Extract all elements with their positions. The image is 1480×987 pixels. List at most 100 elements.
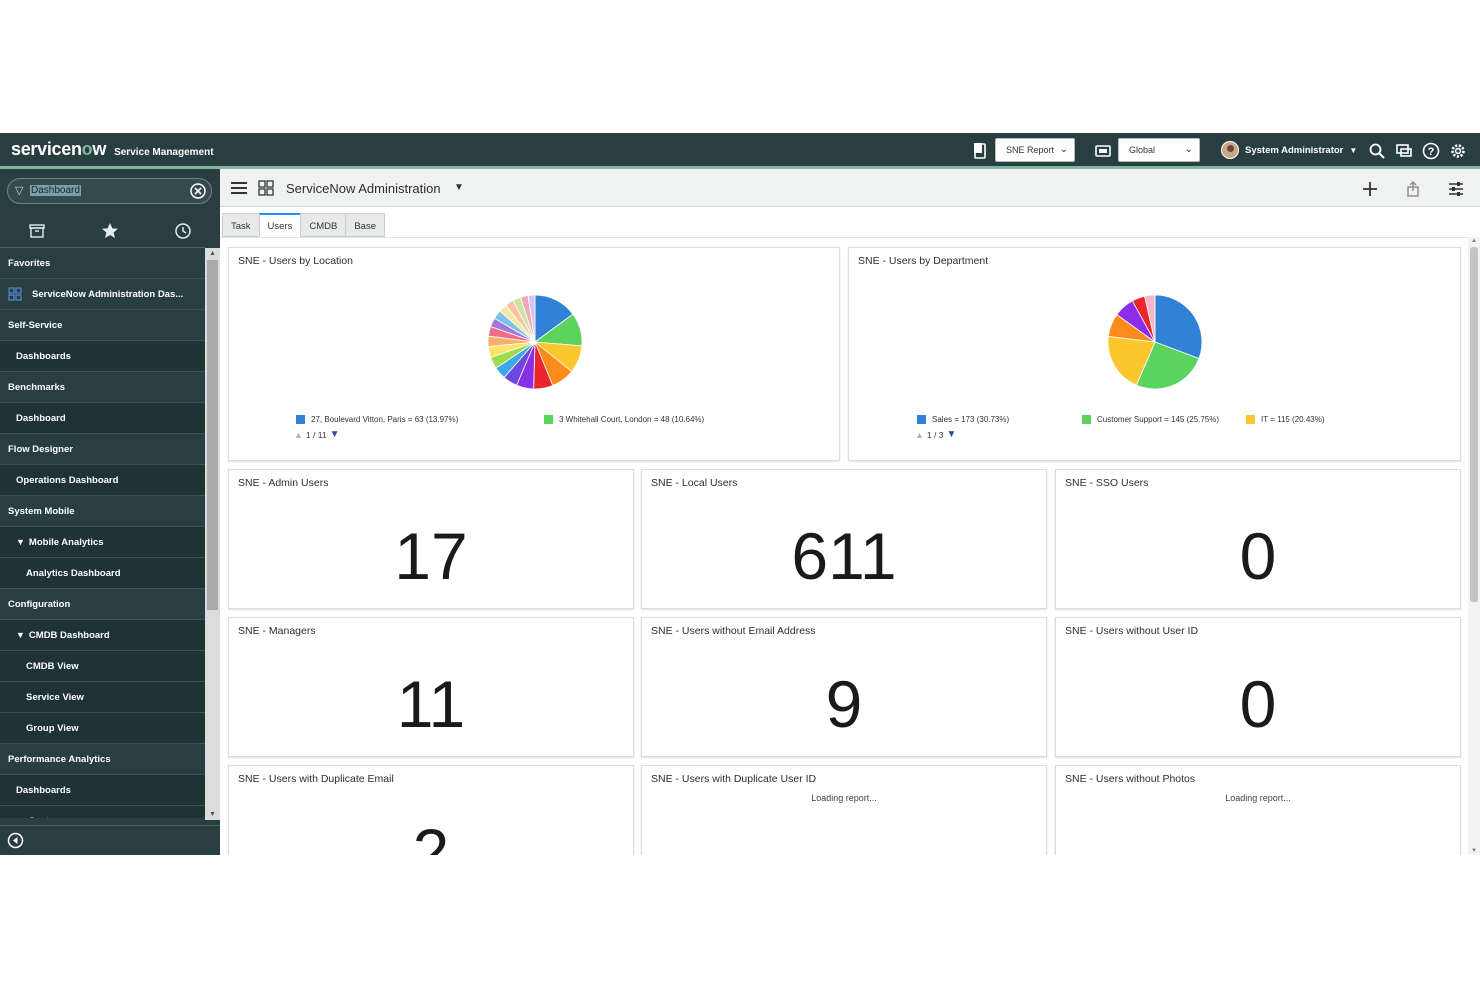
expand-triangle-icon[interactable]: ▼ bbox=[16, 630, 25, 640]
sidebar-item-benchmarks[interactable]: Benchmarks bbox=[0, 372, 205, 403]
brand[interactable]: servicenow Service Management bbox=[11, 139, 214, 160]
department-legend: Sales = 173 (30.73%) Customer Support = … bbox=[849, 415, 1460, 427]
score-value[interactable]: 9 bbox=[642, 666, 1046, 742]
settings-icon[interactable] bbox=[1449, 142, 1467, 160]
scope-select[interactable]: Global ⌄ bbox=[1118, 138, 1200, 162]
sidebar-item-operations-dashboard[interactable]: Operations Dashboard bbox=[0, 465, 205, 496]
tab-base[interactable]: Base bbox=[345, 213, 385, 237]
sidebar-item-dashboards[interactable]: Dashboards bbox=[0, 341, 205, 372]
hamburger-menu-icon[interactable] bbox=[231, 181, 247, 195]
navigator-tabs bbox=[0, 214, 205, 248]
sidebar-item-configuration[interactable]: Configuration bbox=[0, 589, 205, 620]
favorites-star-icon[interactable] bbox=[100, 221, 120, 241]
tab-cmdb[interactable]: CMDB bbox=[300, 213, 347, 237]
tab-task[interactable]: Task bbox=[222, 213, 260, 237]
sidebar-item-system-mobile[interactable]: System Mobile bbox=[0, 496, 205, 527]
sidebar-item-mobile-analytics[interactable]: ▼ Mobile Analytics bbox=[0, 527, 205, 558]
sidebar-item-label: ServiceNow Administration Das... bbox=[32, 288, 184, 300]
legend-prev-icon[interactable]: ▲ bbox=[915, 430, 924, 440]
sidebar-item-system[interactable]: ▼ System bbox=[0, 806, 205, 818]
history-clock-icon[interactable] bbox=[173, 221, 193, 241]
legend-prev-icon[interactable]: ▲ bbox=[294, 430, 303, 440]
legend-next-icon[interactable]: ▼ bbox=[330, 429, 340, 440]
legend-pager: ▲ 1 / 11 ▼ bbox=[294, 429, 339, 440]
widget-users-without-photos[interactable]: SNE - Users without Photos Loading repor… bbox=[1055, 765, 1461, 855]
report-icon[interactable] bbox=[971, 142, 989, 160]
score-value[interactable]: 2 bbox=[229, 814, 633, 855]
department-pie-chart[interactable] bbox=[1105, 292, 1205, 392]
share-icon[interactable] bbox=[1404, 180, 1422, 198]
main-scrollbar[interactable]: ▲ ▼ bbox=[1468, 237, 1480, 855]
widget-duplicate-userid[interactable]: SNE - Users with Duplicate User ID Loadi… bbox=[641, 765, 1047, 855]
sidebar-item-label: Configuration bbox=[8, 598, 71, 610]
widget-users-by-department[interactable]: SNE - Users by Department Sales = 173 (3… bbox=[848, 247, 1461, 461]
add-widget-icon[interactable] bbox=[1361, 180, 1379, 198]
location-pie-chart[interactable] bbox=[485, 292, 585, 392]
chat-icon[interactable] bbox=[1395, 142, 1413, 160]
sidebar-item-performance-analytics[interactable]: Performance Analytics bbox=[0, 744, 205, 775]
svg-text:?: ? bbox=[1428, 146, 1435, 158]
widget-users-without-email[interactable]: SNE - Users without Email Address 9 bbox=[641, 617, 1047, 757]
sidebar-item-dashboard[interactable]: Dashboard bbox=[0, 403, 205, 434]
sidebar-item-self-service[interactable]: Self-Service bbox=[0, 310, 205, 341]
score-value[interactable]: 611 bbox=[642, 518, 1046, 594]
scroll-up-icon[interactable]: ▲ bbox=[1471, 238, 1477, 244]
tab-users[interactable]: Users bbox=[258, 213, 302, 237]
sidebar-item-group-view[interactable]: Group View bbox=[0, 713, 205, 744]
score-value[interactable]: 17 bbox=[229, 518, 633, 594]
widget-title: SNE - Local Users bbox=[651, 477, 738, 489]
user-menu[interactable]: System Administrator ▼ bbox=[1221, 141, 1357, 159]
clear-filter-icon[interactable] bbox=[190, 183, 206, 199]
widget-sso-users[interactable]: SNE - SSO Users 0 bbox=[1055, 469, 1461, 609]
all-apps-icon[interactable] bbox=[27, 221, 47, 241]
sidebar-footer bbox=[0, 825, 220, 855]
collapse-navigator-icon[interactable] bbox=[7, 832, 24, 849]
widget-managers[interactable]: SNE - Managers 11 bbox=[228, 617, 634, 757]
sidebar-item-flow-designer[interactable]: Flow Designer bbox=[0, 434, 205, 465]
expand-triangle-icon[interactable]: ▼ bbox=[16, 816, 25, 818]
widget-users-by-location[interactable]: SNE - Users by Location 27, Boulevard Vi… bbox=[228, 247, 840, 461]
widget-title: SNE - Managers bbox=[238, 625, 316, 637]
legend-next-icon[interactable]: ▼ bbox=[946, 429, 956, 440]
sidebar-item-cmdb-view[interactable]: CMDB View bbox=[0, 651, 205, 682]
sidebar-item-analytics-dashboard[interactable]: Analytics Dashboard bbox=[0, 558, 205, 589]
sidebar-item-cmdb-dashboard[interactable]: ▼ CMDB Dashboard bbox=[0, 620, 205, 651]
widget-duplicate-email[interactable]: SNE - Users with Duplicate Email 2 bbox=[228, 765, 634, 855]
widget-local-users[interactable]: SNE - Local Users 611 bbox=[641, 469, 1047, 609]
dashboard-properties-icon[interactable] bbox=[1447, 180, 1465, 198]
sidebar-item-service-view[interactable]: Service View bbox=[0, 682, 205, 713]
widget-admin-users[interactable]: SNE - Admin Users 17 bbox=[228, 469, 634, 609]
sidebar-item-servicenow-administration-das[interactable]: ServiceNow Administration Das... bbox=[0, 279, 205, 310]
sidebar-item-dashboards[interactable]: Dashboards bbox=[0, 775, 205, 806]
legend-item[interactable]: 27, Boulevard Vitton, Paris = 63 (13.97%… bbox=[296, 415, 458, 424]
legend-item[interactable]: Customer Support = 145 (25.75%) bbox=[1082, 415, 1219, 424]
widget-users-without-userid[interactable]: SNE - Users without User ID 0 bbox=[1055, 617, 1461, 757]
scroll-down-icon[interactable]: ▼ bbox=[209, 811, 216, 818]
legend-item[interactable]: 3 Whitehall Court, London = 48 (10.64%) bbox=[544, 415, 704, 424]
help-icon[interactable]: ? bbox=[1422, 142, 1440, 160]
expand-triangle-icon[interactable]: ▼ bbox=[16, 537, 25, 547]
dashboard-title[interactable]: ServiceNow Administration bbox=[286, 181, 441, 196]
sidebar-scrollbar[interactable]: ▲ ▼ bbox=[205, 248, 220, 820]
legend-label: IT = 115 (20.43%) bbox=[1261, 415, 1325, 424]
score-value[interactable]: 11 bbox=[229, 666, 633, 742]
sidebar-item-label: Service View bbox=[26, 691, 84, 703]
dashboard-switcher-caret-icon[interactable]: ▼ bbox=[454, 182, 464, 193]
sidebar-item-favorites[interactable]: Favorites bbox=[0, 248, 205, 279]
score-value[interactable]: 0 bbox=[1056, 518, 1460, 594]
navigator-filter-input[interactable]: ▽ Dashboard bbox=[7, 178, 212, 204]
loading-message: Loading report... bbox=[1225, 793, 1291, 803]
widget-title: SNE - SSO Users bbox=[1065, 477, 1149, 489]
legend-item[interactable]: Sales = 173 (30.73%) bbox=[917, 415, 1009, 424]
scroll-down-icon[interactable]: ▼ bbox=[1471, 848, 1477, 854]
main-content: ServiceNow Administration ▼ Task Users CMD… bbox=[220, 169, 1480, 855]
legend-item[interactable]: IT = 115 (20.43%) bbox=[1246, 415, 1325, 424]
report-select[interactable]: SNE Report ⌄ bbox=[995, 138, 1075, 162]
scrollbar-thumb[interactable] bbox=[1470, 247, 1478, 602]
scroll-up-icon[interactable]: ▲ bbox=[209, 250, 216, 257]
scope-icon[interactable] bbox=[1094, 142, 1112, 160]
sidebar-item-label: System Mobile bbox=[8, 505, 75, 517]
search-icon[interactable] bbox=[1368, 142, 1386, 160]
score-value[interactable]: 0 bbox=[1056, 666, 1460, 742]
scrollbar-thumb[interactable] bbox=[207, 260, 218, 610]
